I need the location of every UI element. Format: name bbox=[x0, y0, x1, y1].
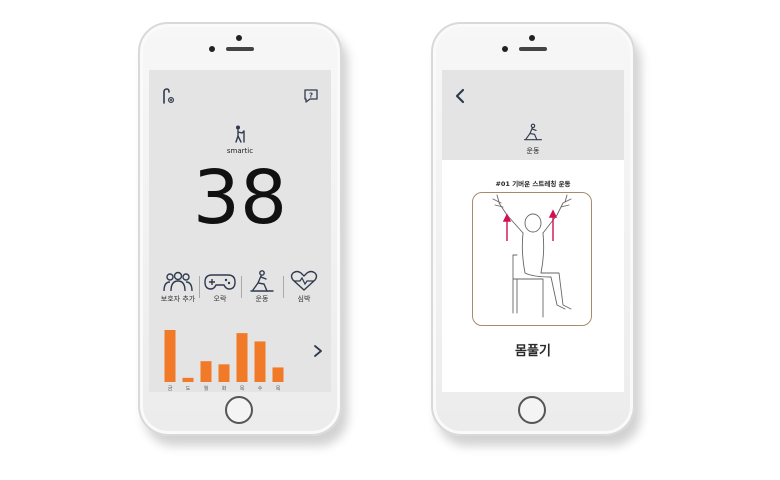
exercise-header: 운동 bbox=[442, 70, 624, 160]
people-icon bbox=[163, 271, 193, 292]
exercise-screen: 운동 #01 기버운 스트레칭 운동 몸풀기 bbox=[442, 70, 624, 392]
exercise-title: #01 기버운 스트레칭 운동 bbox=[495, 180, 571, 188]
front-camera bbox=[236, 35, 242, 41]
chart-bar-0 bbox=[164, 330, 176, 382]
sensor-dot bbox=[209, 46, 215, 52]
chart-tick-label: 화 bbox=[222, 386, 227, 392]
feature-menu: 보호자 추가 오락 운동 심박 bbox=[157, 270, 325, 310]
chevron-right-icon[interactable] bbox=[313, 344, 323, 358]
chart-bar-4 bbox=[236, 333, 248, 382]
main-value: 38 bbox=[192, 155, 288, 241]
sensor-dot bbox=[502, 46, 508, 52]
brand-label: smartic bbox=[226, 147, 254, 155]
chart-bar-1 bbox=[182, 377, 194, 382]
menu-item-heart-rate[interactable]: 심박 bbox=[283, 270, 325, 310]
back-chevron-icon[interactable] bbox=[454, 88, 466, 104]
menu-label-entertainment: 오락 bbox=[213, 295, 227, 303]
chart-tick-label: 월 bbox=[204, 385, 209, 392]
chart-bar-3 bbox=[218, 364, 230, 382]
exercise-category-label: 운동 bbox=[526, 147, 540, 155]
chart-tick-label: 도 bbox=[186, 386, 191, 392]
chart-bar-6 bbox=[272, 367, 284, 382]
chart-tick-label: 수 bbox=[258, 386, 263, 392]
cane-icon[interactable] bbox=[161, 88, 175, 104]
phone-frame-right: 운동 #01 기버운 스트레칭 운동 몸풀기 bbox=[431, 22, 635, 436]
chart-tick-label: 목 bbox=[240, 386, 245, 392]
exercise-icon bbox=[250, 270, 274, 292]
brand-logo: smartic bbox=[149, 125, 331, 155]
gamepad-icon bbox=[204, 274, 236, 290]
chart-bar-5 bbox=[254, 341, 266, 382]
exercise-icon bbox=[523, 123, 543, 141]
exercise-illustration-card bbox=[472, 192, 592, 326]
svg-text:?: ? bbox=[309, 92, 313, 100]
menu-item-entertainment[interactable]: 오락 bbox=[199, 270, 241, 310]
menu-item-guardian[interactable]: 보호자 추가 bbox=[157, 270, 199, 310]
weekly-bar-chart: 금도월화목수목 bbox=[164, 330, 284, 392]
chart-tick-label: 목 bbox=[276, 386, 281, 392]
chart-tick-label: 금 bbox=[168, 386, 173, 392]
front-camera bbox=[529, 35, 535, 41]
phone-frame-left: ? smartic 38 보호자 추가 오락 운동 심박 금 도 월 화 목 수… bbox=[138, 22, 342, 436]
menu-item-exercise[interactable]: 운동 bbox=[241, 270, 283, 310]
home-screen: ? smartic 38 보호자 추가 오락 운동 심박 금 도 월 화 목 수… bbox=[149, 70, 331, 392]
home-button[interactable] bbox=[518, 396, 546, 424]
chart-bar-2 bbox=[200, 361, 212, 382]
exercise-caption: 몸풀기 bbox=[515, 344, 551, 359]
earpiece-speaker bbox=[519, 47, 547, 51]
home-button[interactable] bbox=[225, 396, 253, 424]
heart-rate-icon bbox=[290, 270, 318, 291]
exercise-category: 운동 bbox=[442, 122, 624, 156]
menu-label-exercise: 운동 bbox=[255, 295, 269, 303]
menu-label-heart-rate: 심박 bbox=[297, 295, 311, 303]
help-chat-icon[interactable]: ? bbox=[303, 88, 319, 104]
smartic-logo-icon bbox=[235, 125, 245, 143]
menu-label-guardian: 보호자 추가 bbox=[160, 295, 196, 303]
earpiece-speaker bbox=[226, 47, 254, 51]
stretching-person-illustration bbox=[492, 194, 572, 318]
